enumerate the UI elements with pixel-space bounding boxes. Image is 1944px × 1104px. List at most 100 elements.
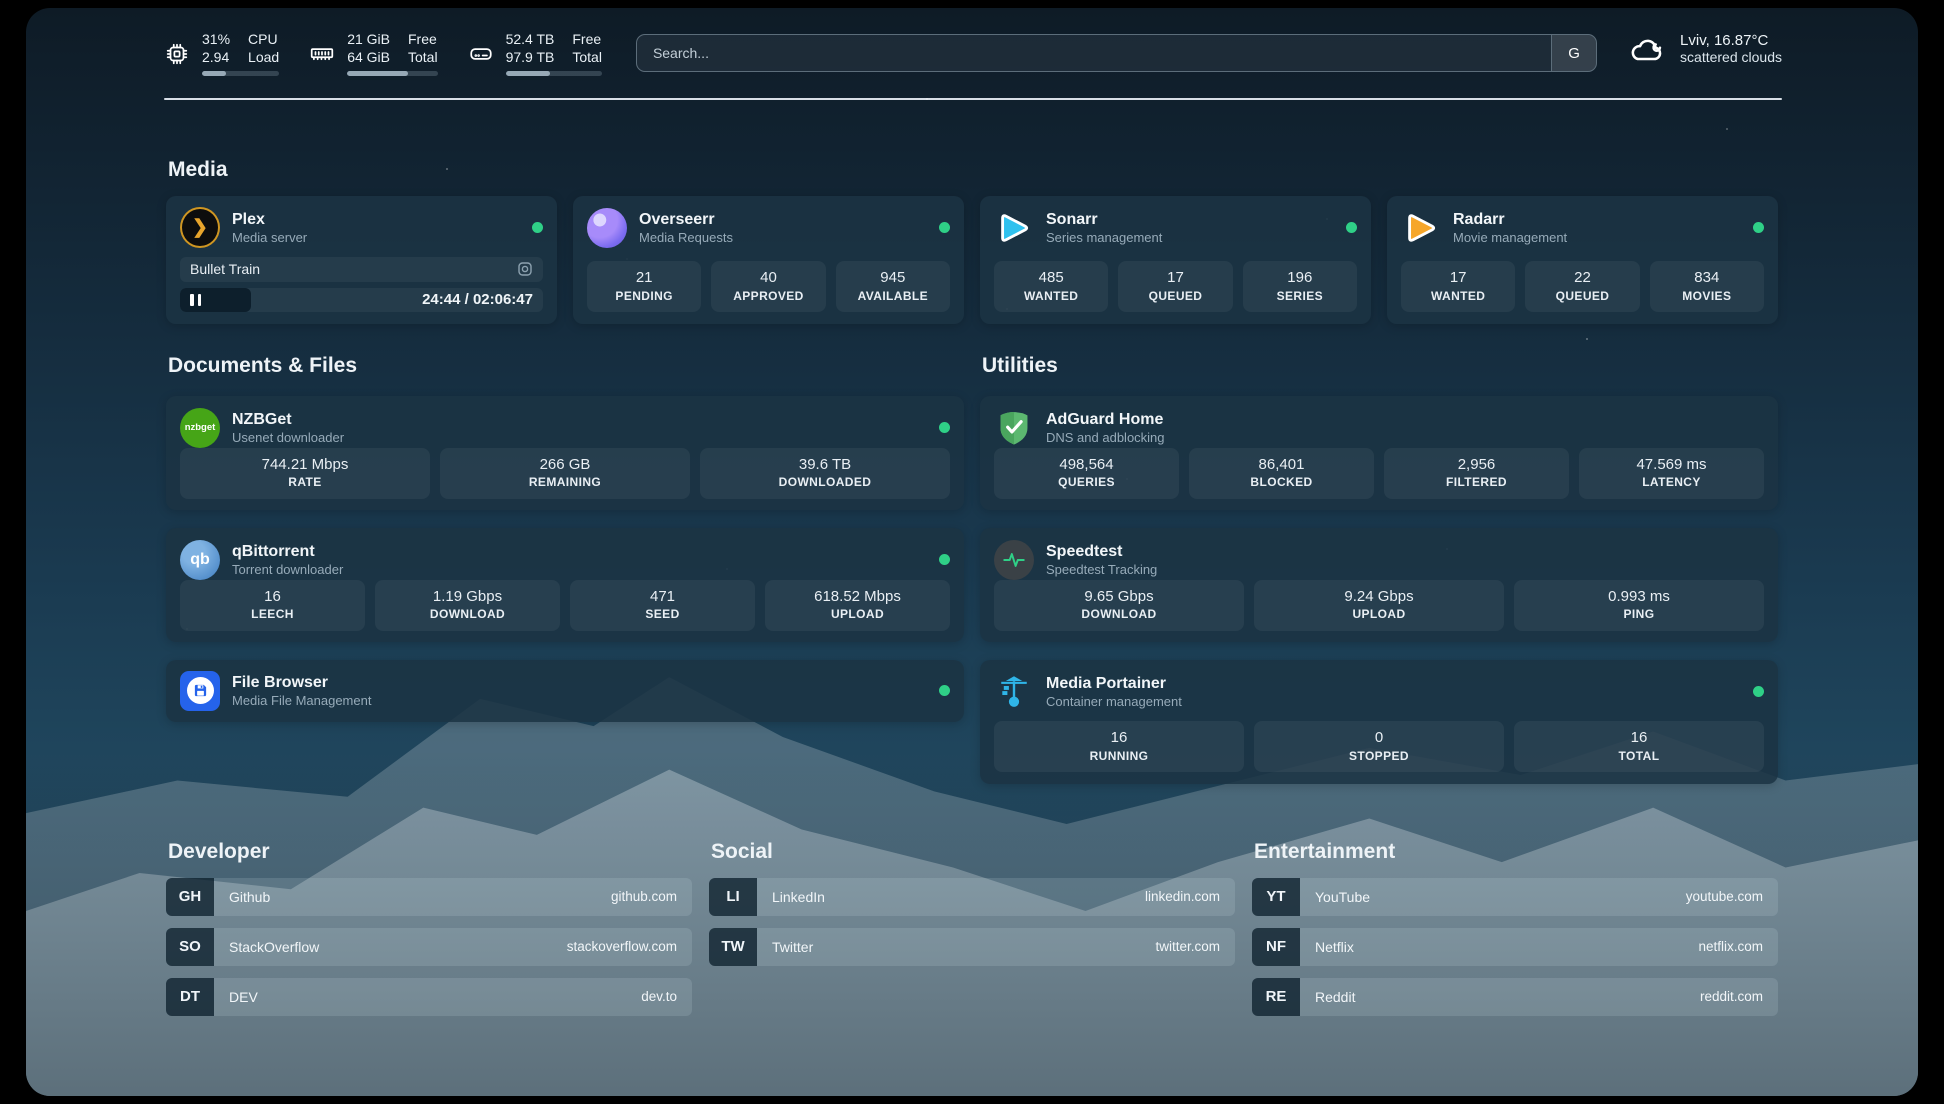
link-youtube[interactable]: YT YouTube youtube.com <box>1252 878 1778 916</box>
stat-label: STOPPED <box>1258 748 1500 764</box>
stat-label: DOWNLOADED <box>704 474 946 490</box>
stat-label: UPLOAD <box>1258 606 1500 622</box>
overseerr-card[interactable]: Overseerr Media Requests 21 PENDING 40 A… <box>573 196 964 324</box>
link-url: netflix.com <box>1698 939 1763 954</box>
stat-value: 17 <box>1405 268 1511 288</box>
stat-label: APPROVED <box>715 288 821 304</box>
link-linkedin[interactable]: LI LinkedIn linkedin.com <box>709 878 1235 916</box>
stat-box: 1.19 Gbps DOWNLOAD <box>375 580 560 631</box>
stat-label: QUEUED <box>1122 288 1228 304</box>
stat-label: RUNNING <box>998 748 1240 764</box>
stat-label: WANTED <box>998 288 1104 304</box>
search-engine-button[interactable]: G <box>1551 35 1596 71</box>
app-subtitle: Media File Management <box>232 693 371 709</box>
stat-value: 16 <box>1518 728 1760 748</box>
stat-value: 744.21 Mbps <box>184 455 426 475</box>
link-name: DEV <box>229 989 258 1005</box>
link-twitter[interactable]: TW Twitter twitter.com <box>709 928 1235 966</box>
link-name: Netflix <box>1315 939 1354 955</box>
link-url: reddit.com <box>1700 989 1763 1004</box>
link-stackoverflow[interactable]: SO StackOverflow stackoverflow.com <box>166 928 692 966</box>
link-dev[interactable]: DT DEV dev.to <box>166 978 692 1016</box>
stat-label: TOTAL <box>1518 748 1760 764</box>
radarr-icon <box>1402 209 1440 247</box>
stat-value: 0.993 ms <box>1518 587 1760 607</box>
social-links-column: Social LI LinkedIn linkedin.com TW Twitt… <box>709 840 1235 1028</box>
disk-progress-fill <box>506 71 550 76</box>
link-github[interactable]: GH Github github.com <box>166 878 692 916</box>
nzbget-icon: nzbget <box>180 408 220 448</box>
overseerr-icon <box>587 208 627 248</box>
stat-value: 17 <box>1122 268 1228 288</box>
radarr-card[interactable]: Radarr Movie management 17 WANTED 22 QUE… <box>1387 196 1778 324</box>
qbittorrent-card[interactable]: qb qBittorrent Torrent downloader 16 LEE… <box>166 528 964 642</box>
adguard-card[interactable]: AdGuard Home DNS and adblocking 498,564 … <box>980 396 1778 510</box>
status-dot-online <box>1753 686 1764 697</box>
stat-box: 471 SEED <box>570 580 755 631</box>
app-name: NZBGet <box>232 410 344 430</box>
filebrowser-icon <box>180 671 220 711</box>
link-abbr: TW <box>709 928 757 966</box>
stat-box: 0.993 ms PING <box>1514 580 1764 631</box>
link-url: dev.to <box>641 989 677 1004</box>
stat-value: 21 <box>591 268 697 288</box>
app-subtitle: Media Requests <box>639 230 733 246</box>
stat-box: 9.65 Gbps DOWNLOAD <box>994 580 1244 631</box>
playback-time: 24:44 / 02:06:47 <box>422 291 533 308</box>
stat-value: 498,564 <box>998 455 1175 475</box>
section-title-entertainment: Entertainment <box>1254 840 1778 864</box>
stat-value: 9.65 Gbps <box>998 587 1240 607</box>
disk-total-label: Total <box>572 48 602 66</box>
utilities-column: Utilities AdGuard Home <box>980 354 1778 784</box>
stat-label: AVAILABLE <box>840 288 946 304</box>
stat-box: 834 MOVIES <box>1650 261 1764 312</box>
stat-box: 47.569 ms LATENCY <box>1579 448 1764 499</box>
cpu-load-label: Load <box>248 48 279 66</box>
link-abbr: GH <box>166 878 214 916</box>
ram-total-value: 64 GiB <box>347 48 390 66</box>
disk-free-value: 52.4 TB <box>506 30 555 48</box>
disk-widget: 52.4 TB 97.9 TB Free Total <box>468 30 602 76</box>
link-abbr: RE <box>1252 978 1300 1016</box>
stat-label: SERIES <box>1247 288 1353 304</box>
stat-box: 196 SERIES <box>1243 261 1357 312</box>
cpu-usage-value: 31% <box>202 30 230 48</box>
app-subtitle: Media server <box>232 230 307 246</box>
section-title-developer: Developer <box>168 840 692 864</box>
cpu-progress-fill <box>202 71 226 76</box>
link-url: twitter.com <box>1155 939 1220 954</box>
stat-box: 945 AVAILABLE <box>836 261 950 312</box>
app-name: Sonarr <box>1046 210 1162 230</box>
link-reddit[interactable]: RE Reddit reddit.com <box>1252 978 1778 1016</box>
stat-value: 9.24 Gbps <box>1258 587 1500 607</box>
stat-label: QUERIES <box>998 474 1175 490</box>
link-abbr: NF <box>1252 928 1300 966</box>
sonarr-card[interactable]: Sonarr Series management 485 WANTED 17 Q… <box>980 196 1371 324</box>
stat-label: LEECH <box>184 606 361 622</box>
stat-box: 17 QUEUED <box>1118 261 1232 312</box>
portainer-card[interactable]: Media Portainer Container management 16 … <box>980 660 1778 784</box>
stat-box: 485 WANTED <box>994 261 1108 312</box>
entertainment-links-column: Entertainment YT YouTube youtube.com NF … <box>1252 840 1778 1028</box>
stat-label: LATENCY <box>1583 474 1760 490</box>
system-stats: 31% 2.94 CPU Load <box>164 30 602 76</box>
header-divider <box>164 98 1782 100</box>
speedtest-card[interactable]: Speedtest Speedtest Tracking 9.65 Gbps D… <box>980 528 1778 642</box>
nzbget-card[interactable]: nzbget NZBGet Usenet downloader 744.21 M… <box>166 396 964 510</box>
stat-label: BLOCKED <box>1193 474 1370 490</box>
pause-icon <box>190 294 201 306</box>
app-name: AdGuard Home <box>1046 410 1165 430</box>
stat-box: 16 LEECH <box>180 580 365 631</box>
cloud-icon <box>1627 33 1667 65</box>
link-name: LinkedIn <box>772 889 825 905</box>
link-netflix[interactable]: NF Netflix netflix.com <box>1252 928 1778 966</box>
search-input[interactable] <box>637 35 1551 71</box>
filebrowser-card[interactable]: File Browser Media File Management <box>166 660 964 722</box>
ram-free-value: 21 GiB <box>347 30 390 48</box>
app-subtitle: Movie management <box>1453 230 1567 246</box>
plex-card[interactable]: ❯ Plex Media server Bullet Train <box>166 196 557 324</box>
dashboard-screen: 31% 2.94 CPU Load <box>26 8 1918 1096</box>
stat-value: 0 <box>1258 728 1500 748</box>
link-abbr: DT <box>166 978 214 1016</box>
status-dot-online <box>939 685 950 696</box>
